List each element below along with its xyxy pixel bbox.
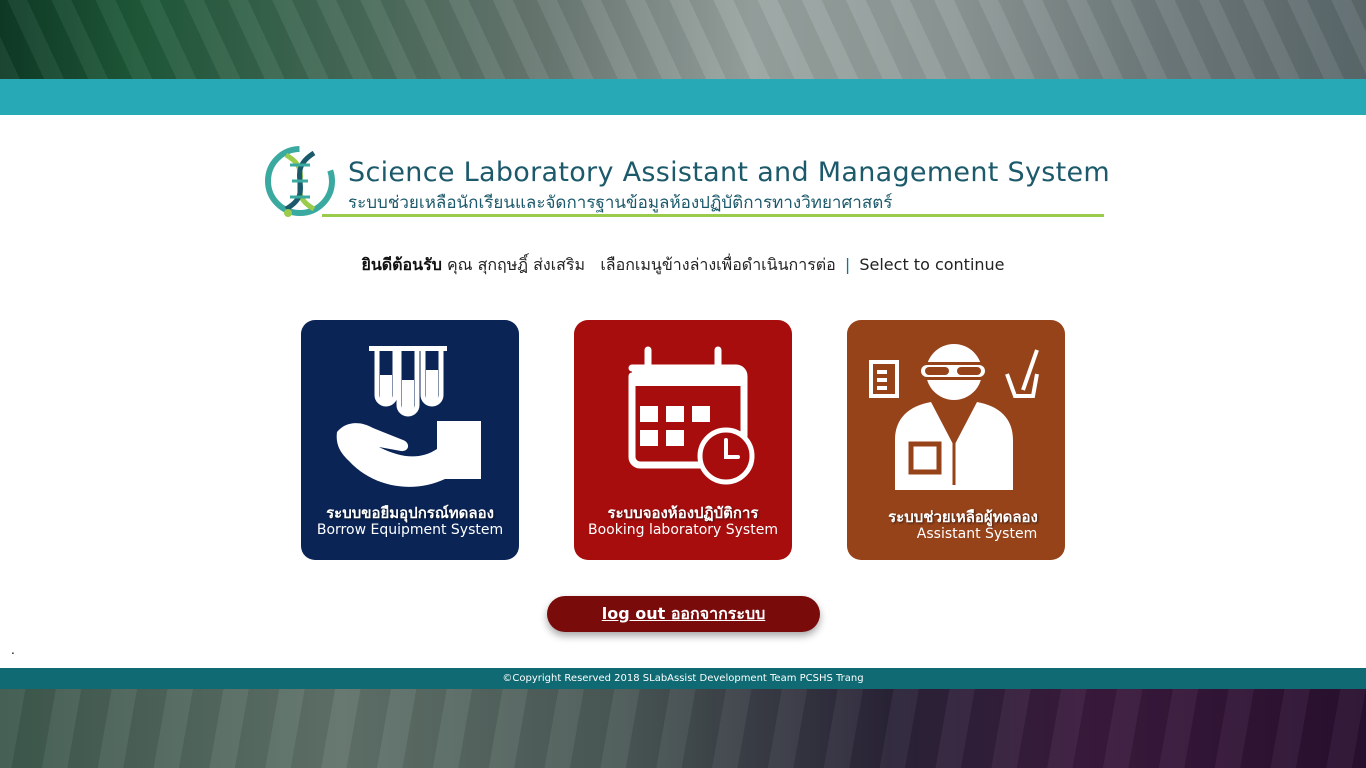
assistant-system-card[interactable]: ระบบช่วยเหลือผู้ทดลอง Assistant System <box>847 320 1065 560</box>
welcome-instruction-en: Select to continue <box>859 255 1005 274</box>
logo-underline <box>322 214 1104 217</box>
site-subtitle: ระบบช่วยเหลือนักเรียนและจัดการฐานข้อมูลห… <box>348 193 893 213</box>
site-title: Science Laboratory Assistant and Managem… <box>348 157 1110 188</box>
main-panel: Science Laboratory Assistant and Managem… <box>0 115 1366 668</box>
welcome-separator: | <box>844 255 851 274</box>
footer-copyright: ©Copyright Reserved 2018 SLabAssist Deve… <box>0 668 1366 689</box>
welcome-greeting: ยินดีต้อนรับ <box>361 255 442 274</box>
site-logo: Science Laboratory Assistant and Managem… <box>262 143 1110 223</box>
borrow-equipment-title-en: Borrow Equipment System <box>316 522 504 538</box>
stray-mark: . <box>11 643 15 657</box>
hand-test-tubes-icon <box>336 346 481 487</box>
assistant-system-title-en: Assistant System <box>916 526 1038 542</box>
dna-logo-icon <box>265 146 335 217</box>
welcome-instruction-th: เลือกเมนูข้างล่างเพื่อดำเนินการต่อ <box>600 255 836 274</box>
calendar-clock-icon <box>628 346 755 485</box>
booking-laboratory-title-en: Booking laboratory System <box>588 522 778 538</box>
booking-laboratory-card[interactable]: ระบบจองห้องปฏิบัติการ Booking laboratory… <box>574 320 792 560</box>
background-photo-bottom <box>0 689 1366 768</box>
welcome-message: ยินดีต้อนรับ คุณ สุกฤษฎิ์ ส่งเสริม เลือก… <box>0 253 1366 278</box>
lab-assistant-icon <box>869 344 1039 490</box>
header-band <box>0 79 1366 115</box>
background-photo-top <box>0 0 1366 79</box>
logout-button[interactable]: log out ออกจากระบบ <box>547 596 820 632</box>
welcome-user-name: คุณ สุกฤษฎิ์ ส่งเสริม <box>446 255 586 274</box>
borrow-equipment-card[interactable]: ระบบขอยืมอุปกรณ์ทดลอง Borrow Equipment S… <box>301 320 519 560</box>
